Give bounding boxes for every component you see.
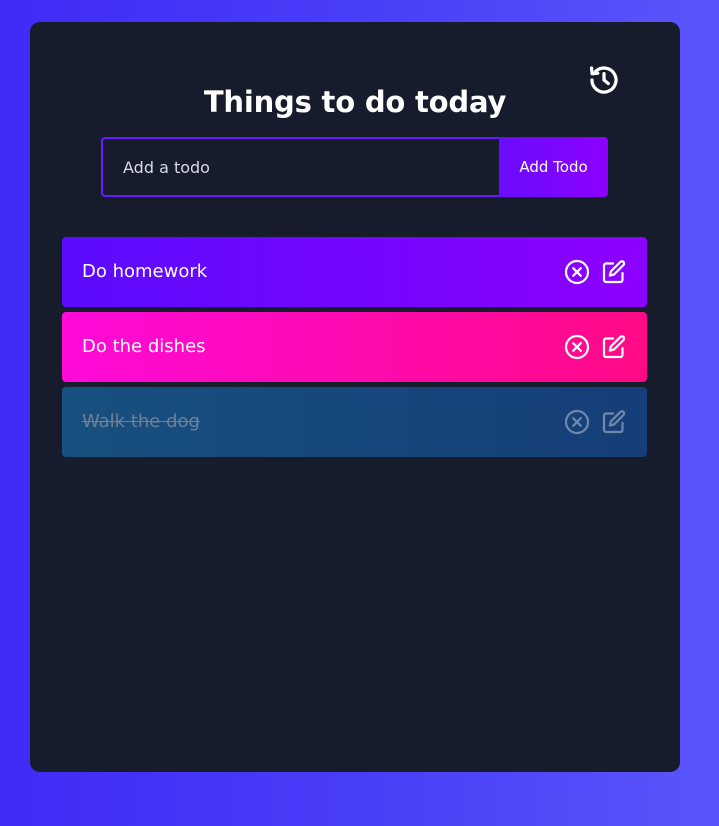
add-todo-button[interactable]: Add Todo bbox=[499, 137, 608, 197]
list-item: Do the dishes bbox=[62, 312, 647, 382]
edit-icon[interactable] bbox=[601, 409, 627, 435]
history-icon[interactable] bbox=[587, 63, 621, 97]
todo-input[interactable] bbox=[101, 137, 500, 197]
close-circle-icon[interactable] bbox=[564, 259, 590, 285]
edit-icon[interactable] bbox=[601, 259, 627, 285]
todo-form: Add Todo bbox=[101, 137, 608, 197]
close-circle-icon[interactable] bbox=[564, 409, 590, 435]
edit-icon[interactable] bbox=[601, 334, 627, 360]
todo-card: Things to do today Add Todo Do homework bbox=[30, 22, 680, 772]
close-circle-icon[interactable] bbox=[564, 334, 590, 360]
todo-text[interactable]: Do the dishes bbox=[82, 312, 206, 382]
list-item: Walk the dog bbox=[62, 387, 647, 457]
todo-list: Do homework Do the dishes Walk the dog bbox=[62, 237, 647, 462]
list-item: Do homework bbox=[62, 237, 647, 307]
page-title: Things to do today bbox=[203, 85, 507, 119]
todo-text[interactable]: Do homework bbox=[82, 237, 207, 307]
todo-text[interactable]: Walk the dog bbox=[82, 387, 200, 457]
